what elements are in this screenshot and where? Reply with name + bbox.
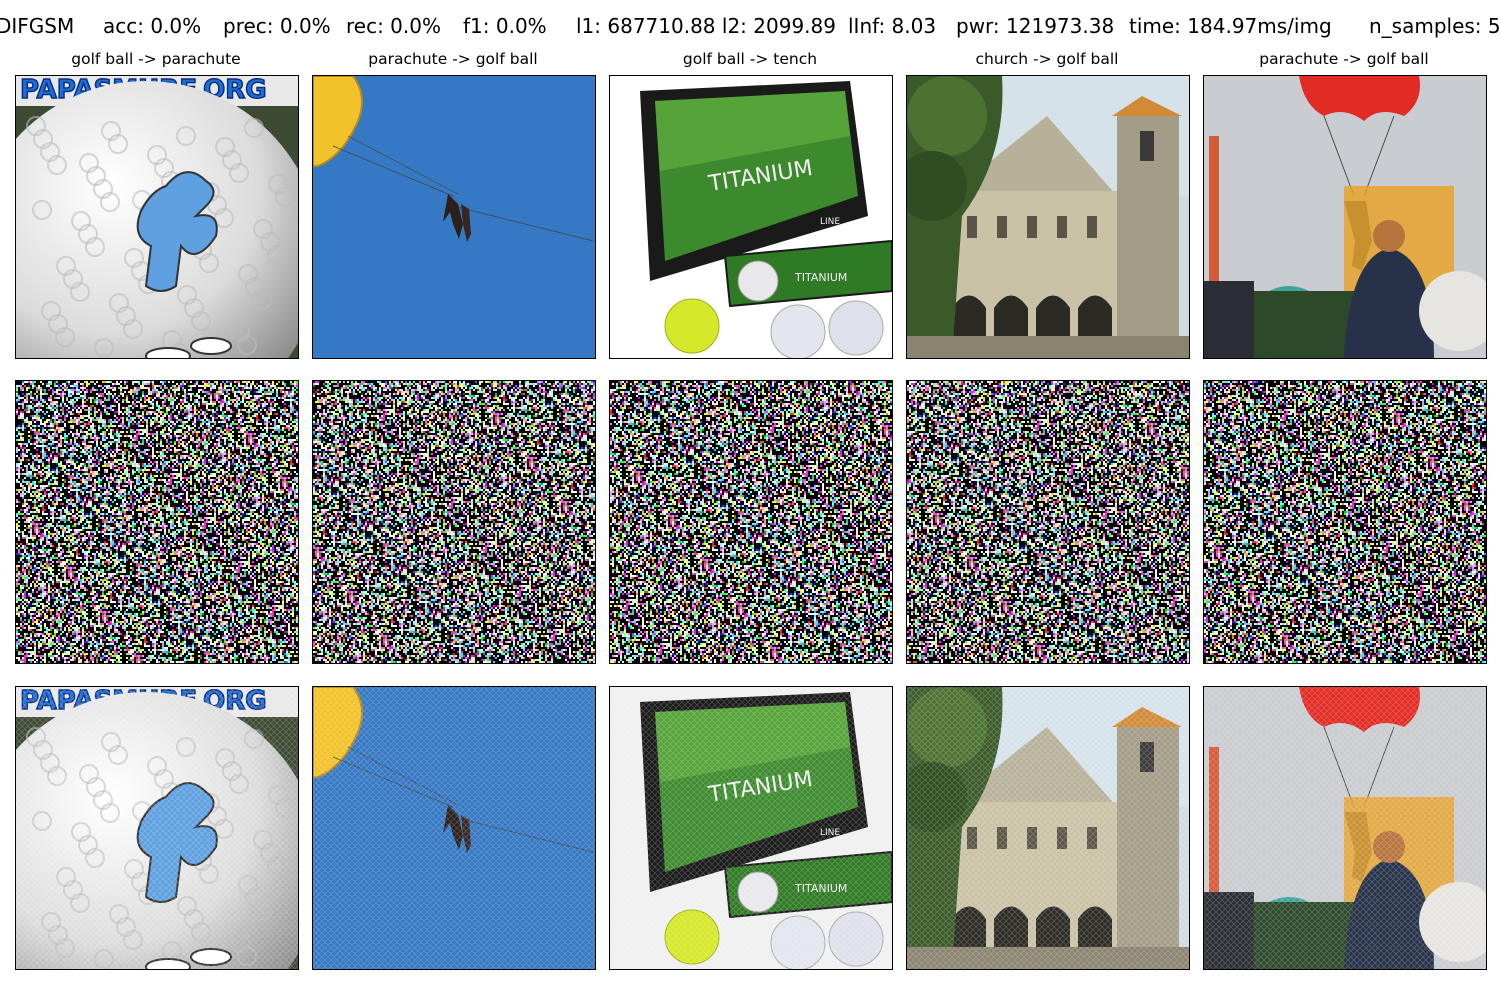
metric-f1: f1: 0.0% <box>463 14 547 38</box>
perturbation-image <box>906 380 1190 664</box>
metric-rec: rec: 0.0% <box>346 14 441 38</box>
perturbation-image <box>15 380 299 664</box>
column-title: church -> golf ball <box>975 50 1119 68</box>
metric-l1-l2: l1: 687710.88 l2: 2099.89 <box>576 14 836 38</box>
metric-prec: prec: 0.0% <box>223 14 331 38</box>
adversarial-image <box>312 686 596 970</box>
metric-linf: lInf: 8.03 <box>848 14 937 38</box>
metrics-header: DIFGSM acc: 0.0% prec: 0.0% rec: 0.0% f1… <box>0 14 1500 44</box>
metric-time: time: 184.97ms/img <box>1129 14 1332 38</box>
adversarial-image: TITANIUM LINE TITANIUM <box>609 686 893 970</box>
adversarial-image <box>906 686 1190 970</box>
perturbation-image <box>609 380 893 664</box>
original-image <box>312 75 596 359</box>
svg-text:TITANIUM: TITANIUM <box>794 271 847 284</box>
perturbation-image <box>1203 380 1487 664</box>
adversarial-image: PAPASMURF.ORG <box>15 686 299 970</box>
adversarial-image <box>1203 686 1487 970</box>
original-image <box>1203 75 1487 359</box>
metric-pwr: pwr: 121973.38 <box>956 14 1115 38</box>
original-image: TITANIUM LINE TITANIUM <box>609 75 893 359</box>
column-title: golf ball -> tench <box>682 50 818 68</box>
original-image <box>906 75 1190 359</box>
column-title: golf ball -> parachute <box>71 50 241 68</box>
metric-samples: n_samples: 58 <box>1369 14 1500 38</box>
box-line-text: LINE <box>820 217 840 227</box>
column-title: parachute -> golf ball <box>368 50 538 68</box>
column-title: parachute -> golf ball <box>1259 50 1429 68</box>
perturbation-image <box>312 380 596 664</box>
original-image: PAPASMURF.ORG <box>15 75 299 359</box>
metric-acc: acc: 0.0% <box>103 14 202 38</box>
method-name: DIFGSM <box>0 14 75 38</box>
